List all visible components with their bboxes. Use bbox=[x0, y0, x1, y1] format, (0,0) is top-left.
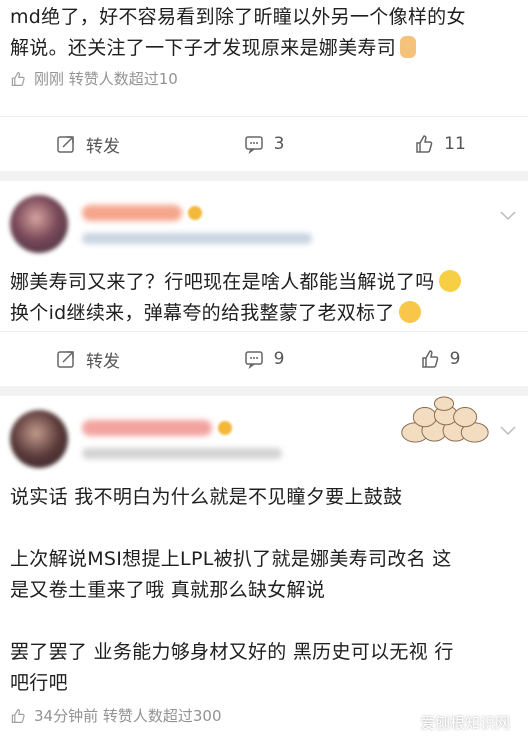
comment-card-3: 说实话 我不明白为什么就是不见瞳夕要上鼓鼓 上次解说MSI想提上LPL被扒了就是… bbox=[0, 396, 528, 739]
shocked-emoji-icon bbox=[398, 301, 421, 323]
comment-button[interactable]: 3 bbox=[176, 134, 352, 154]
comment-icon bbox=[244, 136, 263, 154]
comment-text: md绝了，好不容易看到除了昕瞳以外另一个像样的女 解说。还关注了一下子才发现原来… bbox=[10, 6, 466, 59]
thumbs-up-emoji-icon bbox=[400, 36, 417, 58]
avatar[interactable] bbox=[10, 195, 68, 253]
avatar[interactable] bbox=[10, 410, 68, 468]
repost-icon bbox=[57, 351, 74, 368]
user-header bbox=[0, 396, 528, 468]
like-button[interactable]: 9 bbox=[352, 349, 528, 369]
user-info-blurred bbox=[82, 232, 312, 244]
action-bar: 转发 3 11 bbox=[0, 116, 528, 171]
comment-card-1: md绝了，好不容易看到除了昕瞳以外另一个像样的女 解说。还关注了一下子才发现原来… bbox=[0, 0, 528, 171]
username-blurred[interactable] bbox=[82, 419, 212, 436]
comment-meta: 刚刚 转赞人数超过10 bbox=[10, 68, 514, 89]
crying-emoji-icon bbox=[438, 270, 461, 292]
comment-card-2: 娜美寿司又来了？行吧现在是啥人都能当解说了吗 换个id继续来，弹幕夸的给我整蒙了… bbox=[0, 181, 528, 386]
sticker-icon bbox=[401, 396, 489, 443]
like-icon bbox=[416, 135, 433, 153]
section-divider bbox=[0, 171, 528, 181]
comment-button[interactable]: 9 bbox=[176, 349, 352, 369]
like-icon bbox=[421, 350, 438, 368]
username-blurred[interactable] bbox=[82, 204, 182, 221]
chevron-down-icon[interactable] bbox=[500, 211, 516, 221]
chevron-down-icon[interactable] bbox=[500, 426, 516, 436]
action-bar: 转发 9 9 bbox=[0, 331, 528, 386]
user-info-blurred bbox=[82, 447, 282, 459]
comment-text: 说实话 我不明白为什么就是不见瞳夕要上鼓鼓 上次解说MSI想提上LPL被扒了就是… bbox=[10, 486, 454, 694]
repost-button[interactable]: 转发 bbox=[0, 347, 176, 372]
badge-icon bbox=[218, 420, 232, 435]
repost-icon bbox=[57, 136, 74, 153]
watermark: 爱刨根知识网 bbox=[419, 714, 510, 732]
comment-text: 娜美寿司又来了？行吧现在是啥人都能当解说了吗 换个id继续来，弹幕夸的给我整蒙了… bbox=[10, 267, 514, 329]
section-divider bbox=[0, 386, 528, 396]
like-button[interactable]: 11 bbox=[352, 134, 528, 154]
thumb-up-icon bbox=[11, 71, 25, 86]
thumb-up-icon bbox=[11, 708, 25, 723]
repost-button[interactable]: 转发 bbox=[0, 132, 176, 157]
badge-icon bbox=[188, 205, 202, 220]
comment-icon bbox=[244, 351, 263, 369]
user-header bbox=[0, 181, 528, 253]
